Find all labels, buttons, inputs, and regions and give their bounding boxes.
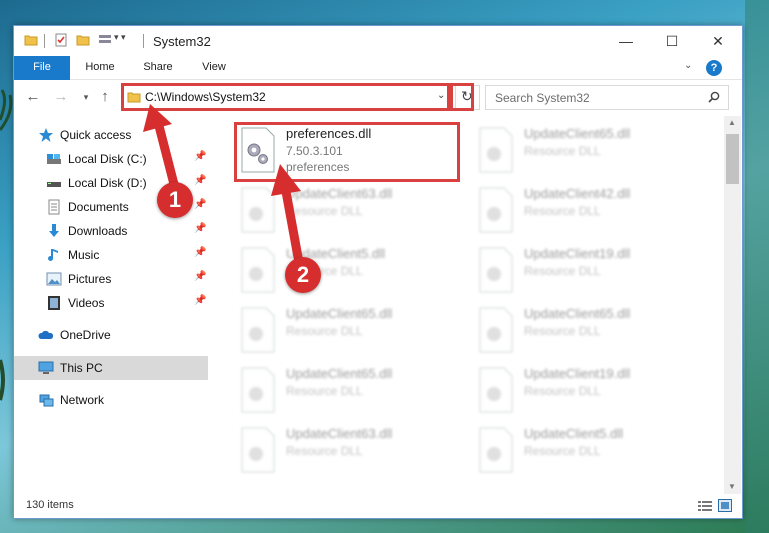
annotation-arrows <box>143 104 305 273</box>
arrow-1 <box>143 104 181 197</box>
arrow-2 <box>271 164 305 273</box>
step-badge-2: 2 <box>285 257 321 293</box>
step-badge-1: 1 <box>157 182 193 218</box>
